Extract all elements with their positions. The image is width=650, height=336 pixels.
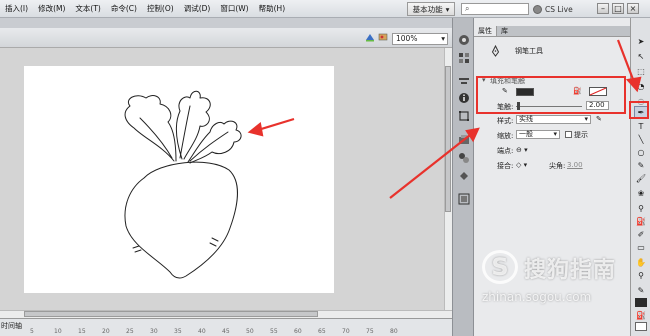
join-label: 接合: bbox=[497, 162, 514, 170]
zoom-select[interactable]: 100% ▾ bbox=[392, 33, 448, 45]
subselection-tool-icon[interactable]: ↖ bbox=[634, 51, 648, 63]
menu-modify[interactable]: 修改(M) bbox=[33, 3, 70, 14]
menu-text[interactable]: 文本(T) bbox=[70, 3, 105, 14]
zoom-value: 100% bbox=[396, 34, 418, 43]
scale-value: 一般 bbox=[519, 130, 533, 138]
edit-symbols-icon[interactable] bbox=[365, 32, 375, 42]
scale-label: 缩放: bbox=[497, 132, 514, 140]
frame-tick: 50 bbox=[246, 328, 254, 335]
sogou-watermark: S 搜狗指南 zhinan.sogou.com bbox=[478, 246, 648, 334]
bone-tool-icon[interactable]: ⚲ bbox=[634, 203, 648, 215]
menu-control[interactable]: 控制(O) bbox=[142, 3, 179, 14]
edit-stroke-style-icon[interactable]: ✎ bbox=[596, 115, 602, 123]
menu-insert[interactable]: 插入(I) bbox=[0, 3, 33, 14]
cs-live-icon bbox=[533, 4, 542, 14]
cap-label: 端点: bbox=[497, 147, 514, 155]
frame-tick: 60 bbox=[294, 328, 302, 335]
free-transform-tool-icon[interactable]: ⬚ bbox=[634, 66, 648, 78]
miter-label: 尖角: bbox=[549, 162, 566, 170]
align-icon[interactable] bbox=[458, 76, 470, 88]
text-tool-icon[interactable]: T bbox=[634, 121, 648, 133]
stage-pasteboard bbox=[0, 48, 444, 310]
tab-properties[interactable]: 属性 bbox=[474, 26, 497, 36]
watermark-url: zhinan.sogou.com bbox=[482, 290, 592, 304]
chevron-down-icon: ▾ bbox=[445, 4, 450, 14]
watermark-title: 搜狗指南 bbox=[524, 258, 617, 283]
annotation-highlight-box bbox=[476, 76, 626, 114]
code-snippets-icon[interactable] bbox=[458, 170, 470, 182]
vertical-scrollbar-thumb[interactable] bbox=[445, 66, 451, 212]
pencil-tool-icon[interactable]: ✎ bbox=[634, 160, 648, 172]
miter-value[interactable]: 3.00 bbox=[567, 161, 583, 169]
sogou-logo-icon: S bbox=[482, 250, 518, 284]
swatches-icon[interactable] bbox=[458, 52, 470, 64]
hint-label: 提示 bbox=[574, 131, 588, 139]
style-label: 样式: bbox=[497, 117, 514, 125]
stroke-style-select[interactable]: 实线 ▾ bbox=[516, 115, 591, 124]
eyedropper-tool-icon[interactable]: ✐ bbox=[634, 229, 648, 241]
timeline-panel: 时间轴 5 10 15 20 25 30 35 40 45 50 55 60 6… bbox=[0, 318, 452, 336]
cs-live-button[interactable]: CS Live bbox=[533, 2, 573, 16]
collapsed-panel-strip bbox=[452, 18, 474, 336]
chevron-down-icon: ▾ bbox=[584, 115, 588, 123]
scene-panel-icon[interactable] bbox=[458, 193, 470, 205]
maximize-button[interactable]: □ bbox=[612, 3, 624, 14]
chevron-down-icon: ▾ bbox=[553, 130, 557, 138]
edit-scene-icon[interactable] bbox=[378, 32, 388, 42]
menu-command[interactable]: 命令(C) bbox=[106, 3, 142, 14]
frame-tick: 20 bbox=[102, 328, 110, 335]
transform-icon[interactable] bbox=[458, 110, 470, 122]
frame-tick: 70 bbox=[342, 328, 350, 335]
tool-name: 钢笔工具 bbox=[515, 47, 543, 55]
deco-tool-icon[interactable]: ❀ bbox=[634, 188, 648, 200]
frame-tick: 15 bbox=[78, 328, 86, 335]
selection-tool-icon[interactable]: ➤ bbox=[634, 36, 648, 48]
3d-rotation-tool-icon[interactable]: ◔ bbox=[634, 81, 648, 93]
close-button[interactable]: × bbox=[627, 3, 639, 14]
annotation-tool-highlight bbox=[629, 101, 649, 119]
info-icon[interactable] bbox=[458, 92, 470, 104]
stroke-style-value: 实线 bbox=[519, 115, 533, 123]
motion-presets-icon[interactable] bbox=[458, 152, 470, 164]
pen-tool-icon bbox=[491, 45, 500, 57]
line-tool-icon[interactable]: ╲ bbox=[634, 134, 648, 146]
frame-tick: 5 bbox=[30, 328, 34, 335]
paint-bucket-tool-icon[interactable]: ⛽ bbox=[634, 216, 648, 228]
tab-library[interactable]: 库 bbox=[497, 26, 512, 36]
stage-canvas[interactable] bbox=[24, 66, 334, 293]
frame-tick: 65 bbox=[318, 328, 326, 335]
search-input[interactable]: ⌕ bbox=[461, 3, 529, 15]
frame-tick: 35 bbox=[174, 328, 182, 335]
frame-tick: 10 bbox=[54, 328, 62, 335]
horizontal-scrollbar-thumb[interactable] bbox=[24, 311, 318, 317]
workspace-switcher[interactable]: 基本功能 ▾ bbox=[407, 2, 455, 16]
brush-tool-icon[interactable]: 🖌 bbox=[634, 173, 648, 185]
frame-tick: 25 bbox=[126, 328, 134, 335]
minimize-button[interactable]: – bbox=[597, 3, 609, 14]
frame-tick: 55 bbox=[270, 328, 278, 335]
frame-tick: 40 bbox=[198, 328, 206, 335]
cs-live-label: CS Live bbox=[545, 4, 573, 14]
cap-select[interactable]: ⊖ ▾ bbox=[516, 146, 528, 154]
timeline-tab[interactable]: 时间轴 bbox=[1, 321, 22, 331]
frame-tick: 80 bbox=[390, 328, 398, 335]
components-icon[interactable] bbox=[458, 134, 470, 146]
color-panel-icon[interactable] bbox=[458, 34, 470, 46]
menu-help[interactable]: 帮助(H) bbox=[254, 3, 291, 14]
menu-window[interactable]: 窗口(W) bbox=[215, 3, 253, 14]
properties-tabs: 属性 库 bbox=[474, 26, 630, 37]
hint-checkbox[interactable] bbox=[565, 131, 572, 138]
scale-select[interactable]: 一般 ▾ bbox=[516, 130, 560, 139]
frame-tick: 45 bbox=[222, 328, 230, 335]
join-select[interactable]: ◇ ▾ bbox=[516, 161, 527, 169]
timeline-ruler[interactable]: 5 10 15 20 25 30 35 40 45 50 55 60 65 70… bbox=[30, 328, 452, 336]
workspace-label: 基本功能 bbox=[412, 4, 443, 14]
frame-tick: 30 bbox=[150, 328, 158, 335]
menu-debug[interactable]: 调试(D) bbox=[179, 3, 216, 14]
oval-tool-icon[interactable]: ○ bbox=[634, 147, 648, 159]
frame-tick: 75 bbox=[366, 328, 374, 335]
radish-drawing bbox=[124, 90, 242, 279]
chevron-down-icon: ▾ bbox=[441, 34, 445, 43]
search-icon: ⌕ bbox=[465, 4, 470, 13]
